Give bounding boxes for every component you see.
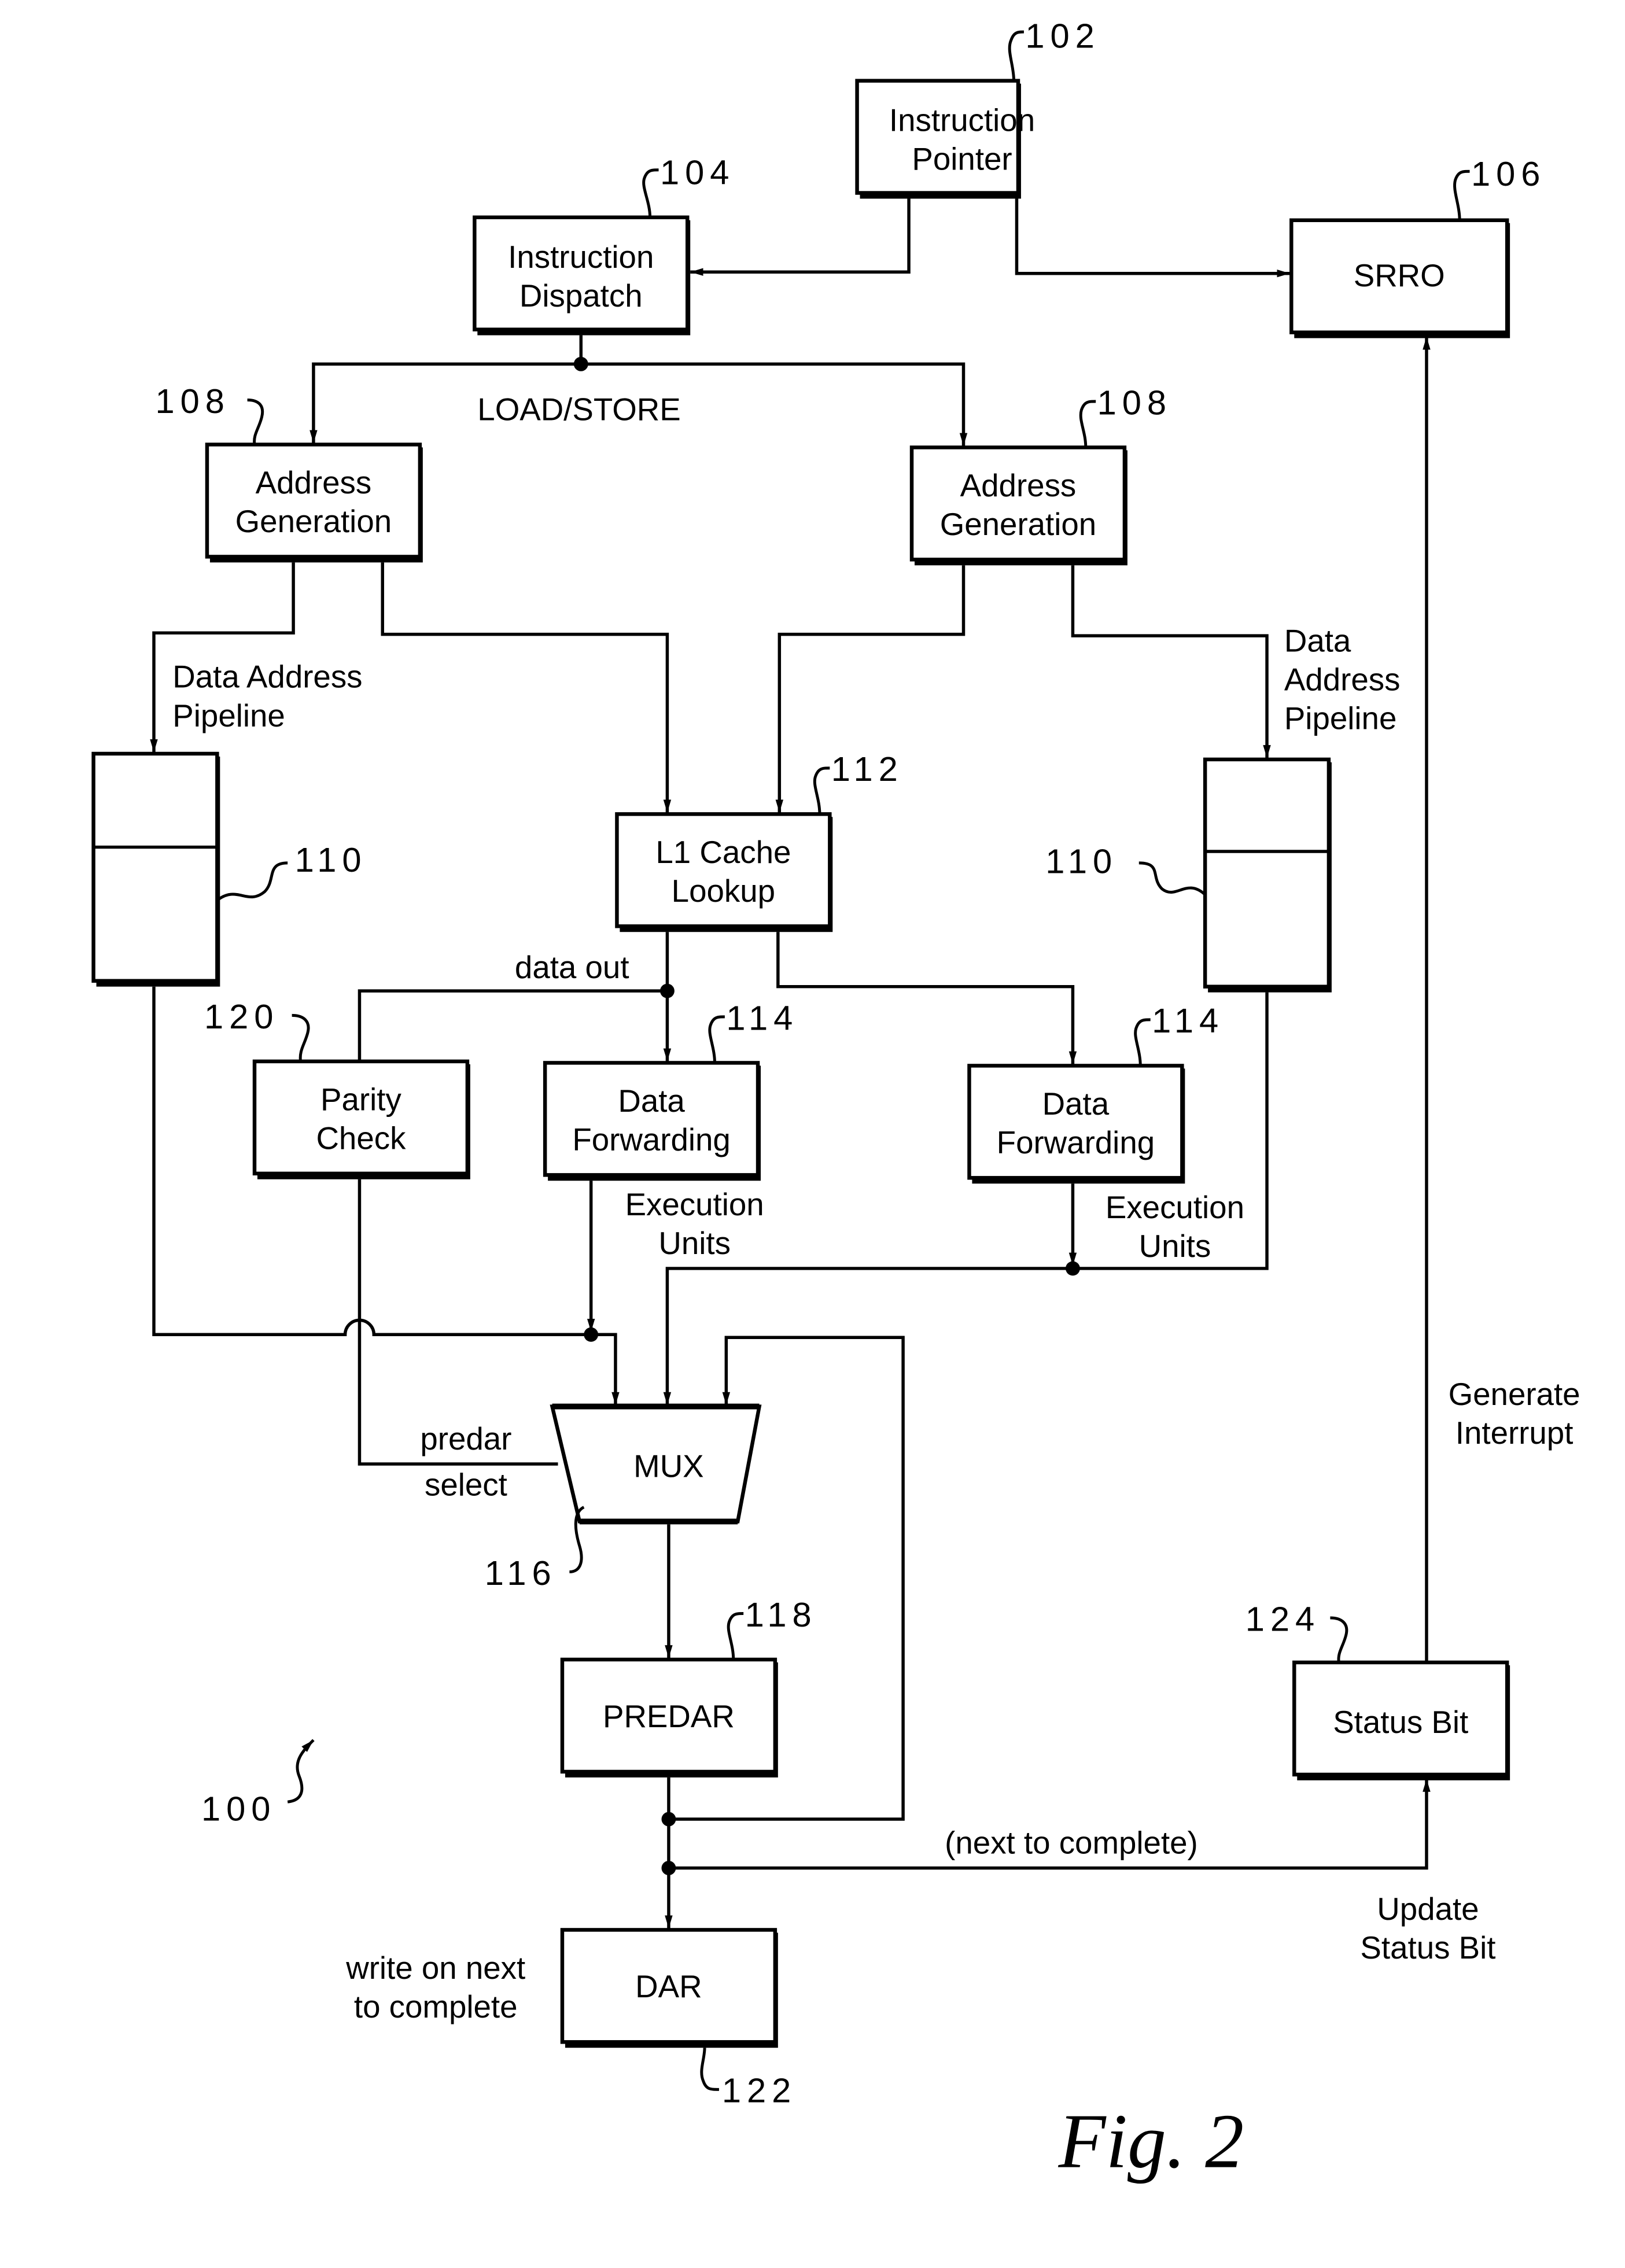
- ref-106: 106: [1453, 154, 1546, 220]
- ref-116: 116: [485, 1506, 585, 1592]
- ref-122: 122: [700, 2048, 797, 2110]
- ref-label-112: 112: [831, 750, 904, 788]
- predar-block: PREDAR: [560, 1657, 778, 1777]
- data-forwarding-right-block: Data Forwarding: [967, 1064, 1185, 1184]
- ref-108-right: 108: [1079, 383, 1172, 448]
- ref-label-108-right: 108: [1097, 383, 1172, 422]
- ref-label-120: 120: [204, 997, 279, 1036]
- wire-to-mux-input-1: [591, 1333, 620, 1406]
- junction-dot: [661, 1812, 676, 1827]
- ref-label-114-left: 114: [726, 998, 798, 1037]
- predar-select-line2: select: [425, 1467, 507, 1503]
- ref-110-right: 110: [1045, 842, 1206, 896]
- ref-label-122: 122: [722, 2071, 797, 2110]
- mux-label: MUX: [633, 1448, 704, 1484]
- data-out-label: data out: [515, 949, 629, 985]
- predar-label: PREDAR: [603, 1698, 735, 1734]
- address-generation-right-block: Address Generation: [909, 445, 1127, 566]
- execution-units-right-line1: Execution: [1106, 1189, 1244, 1225]
- ref-124: 124: [1246, 1599, 1348, 1663]
- status-bit-label: Status Bit: [1333, 1704, 1468, 1740]
- predar-select-line1: predar: [420, 1421, 511, 1456]
- l1-cache-line2: Lookup: [672, 873, 775, 909]
- ref-label-106: 106: [1471, 154, 1546, 193]
- address-generation-left-line2: Generation: [235, 503, 392, 539]
- pipeline-right-block: [1203, 757, 1332, 993]
- ref-label-114-right: 114: [1152, 1001, 1224, 1040]
- parity-check-line2: Check: [316, 1120, 406, 1156]
- execution-units-left-line2: Units: [658, 1225, 731, 1261]
- update-status-bit-line1: Update: [1377, 1891, 1479, 1927]
- ref-102: 102: [1008, 16, 1100, 81]
- wire-ag-left-to-cache: [381, 562, 672, 813]
- ref-108-left: 108: [155, 382, 264, 445]
- address-generation-right-line2: Generation: [940, 506, 1097, 542]
- load-store-label: LOAD/STORE: [477, 391, 680, 427]
- wire-ip-to-srro: [1015, 198, 1290, 278]
- srro-block: SRRO: [1289, 218, 1510, 338]
- figure-title: Fig. 2: [1058, 2099, 1244, 2185]
- data-forwarding-right-line2: Forwarding: [997, 1124, 1155, 1160]
- data-forwarding-left-block: Data Forwarding: [543, 1061, 761, 1181]
- wire-to-parity-check: [358, 989, 668, 1061]
- ref-114-left: 114: [708, 998, 798, 1063]
- ref-104: 104: [642, 153, 735, 217]
- update-status-bit-line2: Status Bit: [1360, 1930, 1495, 1965]
- write-on-next-line1: write on next: [345, 1950, 525, 1986]
- data-forwarding-right-line1: Data: [1042, 1086, 1110, 1122]
- execution-units-right-line2: Units: [1139, 1228, 1211, 1264]
- ref-label-110-left: 110: [295, 840, 367, 879]
- pipeline-left-block: [91, 751, 220, 987]
- ref-label-118: 118: [745, 1595, 817, 1634]
- data-address-pipeline-left-line2: Pipeline: [172, 698, 285, 733]
- write-on-next-line2: to complete: [354, 1989, 518, 2024]
- address-generation-left-line1: Address: [256, 464, 372, 500]
- data-address-pipeline-right-line1: Data: [1284, 623, 1351, 659]
- instruction-dispatch-line1: Instruction: [508, 239, 654, 275]
- instruction-pointer-line1: Instruction: [889, 102, 1035, 138]
- wire-to-data-forwarding-right: [776, 932, 1077, 1064]
- instruction-pointer-line2: Pointer: [912, 141, 1012, 177]
- generate-interrupt-line1: Generate: [1449, 1376, 1580, 1412]
- ref-110-left: 110: [216, 840, 367, 902]
- patent-figure: Instruction Pointer 102 Instruction Disp…: [91, 16, 1580, 2185]
- instruction-dispatch-block: Instruction Dispatch: [473, 215, 691, 335]
- data-forwarding-left-line2: Forwarding: [572, 1122, 730, 1157]
- status-bit-block: Status Bit: [1292, 1660, 1510, 1780]
- dar-block: DAR: [560, 1928, 778, 2048]
- ref-label-108-left: 108: [155, 382, 230, 421]
- ref-100: 100: [201, 1739, 315, 1828]
- ref-label-100: 100: [201, 1789, 276, 1828]
- ref-label-102: 102: [1025, 16, 1100, 55]
- wire-ip-to-dispatch: [690, 198, 911, 276]
- l1-cache-line1: L1 Cache: [655, 834, 791, 870]
- ref-112: 112: [813, 750, 904, 814]
- instruction-dispatch-line2: Dispatch: [519, 278, 643, 314]
- address-generation-left-block: Address Generation: [205, 442, 423, 563]
- srro-label: SRRO: [1354, 257, 1445, 293]
- l1-cache-lookup-block: L1 Cache Lookup: [615, 812, 833, 932]
- data-address-pipeline-right-line2: Address: [1284, 662, 1401, 698]
- ref-114-right: 114: [1134, 1001, 1224, 1066]
- ref-label-116: 116: [485, 1554, 557, 1592]
- ref-label-110-right: 110: [1045, 842, 1118, 880]
- ref-label-124: 124: [1246, 1599, 1320, 1638]
- data-address-pipeline-left-line1: Data Address: [172, 659, 362, 695]
- data-forwarding-left-line1: Data: [618, 1083, 685, 1119]
- generate-interrupt-line2: Interrupt: [1456, 1415, 1574, 1451]
- ref-120: 120: [204, 997, 310, 1062]
- wire-ag-right-to-pipeline: [1071, 565, 1271, 758]
- mux-block: MUX: [550, 1403, 762, 1525]
- data-address-pipeline-right-line3: Pipeline: [1284, 700, 1397, 736]
- parity-check-block: Parity Check: [252, 1059, 470, 1179]
- execution-units-left-line1: Execution: [625, 1186, 764, 1222]
- parity-check-line1: Parity: [320, 1081, 401, 1117]
- dar-label: DAR: [635, 1968, 702, 2004]
- next-to-complete-label: (next to complete): [945, 1825, 1198, 1861]
- ref-118: 118: [727, 1595, 817, 1660]
- address-generation-right-line1: Address: [960, 467, 1077, 503]
- ref-label-104: 104: [660, 153, 735, 192]
- instruction-pointer-block: Instruction Pointer: [855, 79, 1035, 199]
